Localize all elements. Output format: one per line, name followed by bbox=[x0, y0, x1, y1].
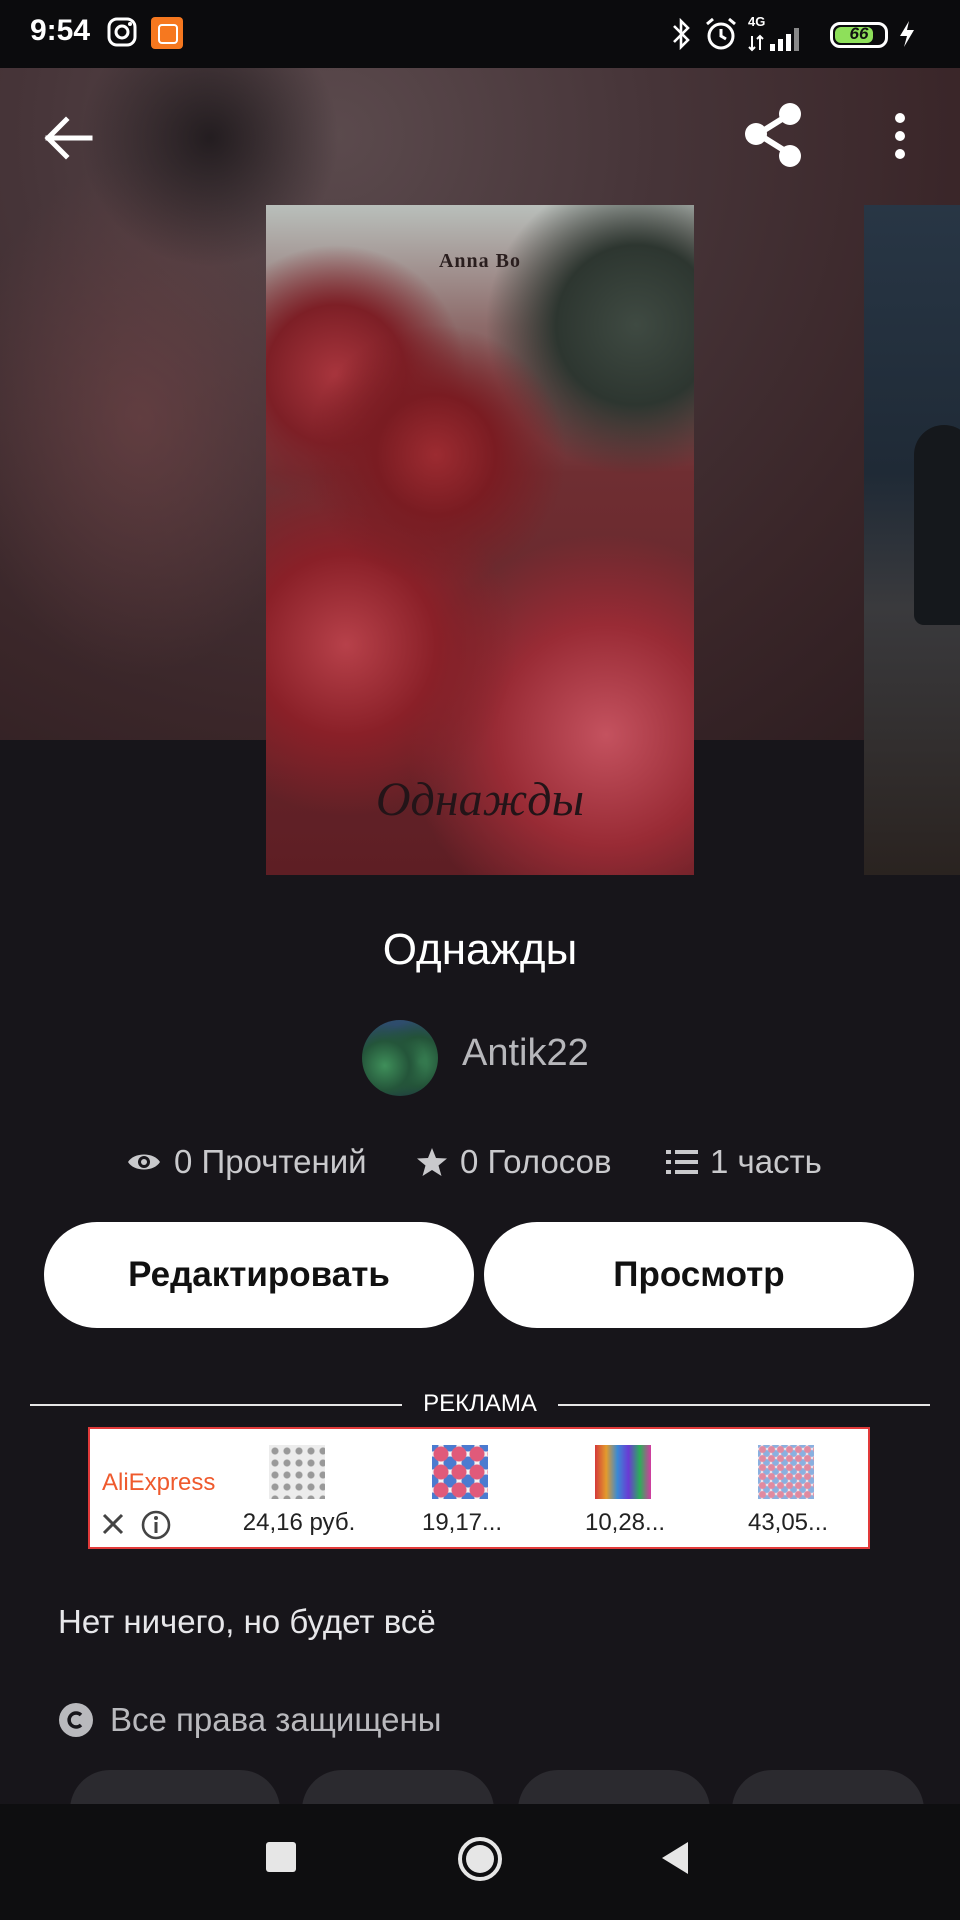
book-description: Нет ничего, но будет всё bbox=[58, 1603, 436, 1640]
product-price: 24,16 руб. bbox=[242, 1509, 356, 1536]
book-cover[interactable]: Anna Bo Однажды bbox=[266, 205, 694, 875]
recent-apps-icon[interactable] bbox=[266, 1842, 296, 1872]
parts-stat: 1 часть bbox=[666, 1140, 822, 1184]
reads-count: 0 Прочтений bbox=[174, 1143, 367, 1180]
ad-product[interactable]: 24,16 руб. bbox=[224, 1437, 374, 1537]
battery-percent: 66 bbox=[849, 24, 869, 43]
avatar[interactable] bbox=[362, 1020, 438, 1096]
status-time: 9:54 bbox=[30, 14, 91, 47]
status-bar: 9:54 4G 66 bbox=[0, 0, 960, 68]
ad-product[interactable]: 43,05... bbox=[713, 1437, 863, 1537]
votes-stat: 0 Голосов bbox=[416, 1140, 612, 1184]
tag-chip[interactable] bbox=[302, 1770, 494, 1804]
author-row[interactable]: Antik22 bbox=[0, 1020, 960, 1096]
ad-product[interactable]: 10,28... bbox=[550, 1437, 700, 1537]
eye-icon bbox=[128, 1154, 160, 1170]
share-button[interactable] bbox=[742, 100, 806, 170]
close-icon[interactable] bbox=[98, 1509, 128, 1539]
edit-button[interactable]: Редактировать bbox=[44, 1222, 474, 1328]
status-icons: 4G 66 bbox=[670, 14, 940, 54]
ad-banner[interactable]: AliExpress 24,16 руб. 19,17... 10,28... … bbox=[88, 1427, 870, 1549]
product-thumbnail bbox=[432, 1445, 488, 1499]
back-button[interactable] bbox=[40, 110, 96, 166]
bluetooth-icon bbox=[673, 18, 690, 50]
product-price: 43,05... bbox=[747, 1509, 829, 1536]
battery-icon: 66 bbox=[830, 22, 888, 48]
next-book-cover[interactable] bbox=[864, 205, 960, 875]
mi-icon bbox=[151, 17, 183, 49]
more-vertical-icon bbox=[895, 113, 905, 159]
charging-icon bbox=[900, 21, 914, 47]
star-icon bbox=[417, 1148, 447, 1176]
product-thumbnail bbox=[269, 1445, 325, 1499]
product-price: 19,17... bbox=[421, 1509, 503, 1536]
home-icon[interactable] bbox=[457, 1836, 503, 1882]
stats-row: 0 Прочтений 0 Голосов 1 часть bbox=[0, 1140, 960, 1184]
book-title: Однажды bbox=[382, 925, 578, 974]
parts-count: 1 часть bbox=[710, 1143, 822, 1180]
arrow-left-icon bbox=[44, 116, 93, 160]
list-icon bbox=[666, 1150, 698, 1174]
cover-title: Однажды bbox=[375, 773, 585, 826]
system-nav-bar bbox=[0, 1804, 960, 1920]
copyright-icon bbox=[59, 1703, 93, 1737]
product-price: 10,28... bbox=[584, 1509, 666, 1536]
share-icon bbox=[745, 103, 801, 167]
reads-stat: 0 Прочтений bbox=[126, 1140, 367, 1184]
tags-row bbox=[0, 1770, 960, 1804]
product-thumbnail bbox=[758, 1445, 814, 1499]
votes-count: 0 Голосов bbox=[460, 1143, 612, 1180]
tag-chip[interactable] bbox=[518, 1770, 710, 1804]
ad-label-row: РЕКЛАМА bbox=[30, 1388, 930, 1422]
signal-icon bbox=[748, 28, 799, 52]
tag-chip[interactable] bbox=[732, 1770, 924, 1804]
back-icon[interactable] bbox=[660, 1842, 690, 1874]
alarm-icon bbox=[706, 17, 736, 50]
view-button[interactable]: Просмотр bbox=[484, 1222, 914, 1328]
tag-chip[interactable] bbox=[70, 1770, 280, 1804]
copyright-text: Все права защищены bbox=[110, 1701, 442, 1738]
copyright-row: Все права защищены bbox=[58, 1698, 441, 1742]
author-name[interactable]: Antik22 bbox=[462, 1032, 589, 1075]
product-thumbnail bbox=[595, 1445, 651, 1499]
ad-product[interactable]: 19,17... bbox=[387, 1437, 537, 1537]
ad-brand[interactable]: AliExpress bbox=[102, 1469, 215, 1497]
instagram-icon bbox=[107, 17, 137, 47]
info-icon[interactable] bbox=[140, 1509, 172, 1541]
more-button[interactable] bbox=[882, 108, 918, 168]
cover-author: Anna Bo bbox=[438, 250, 522, 272]
